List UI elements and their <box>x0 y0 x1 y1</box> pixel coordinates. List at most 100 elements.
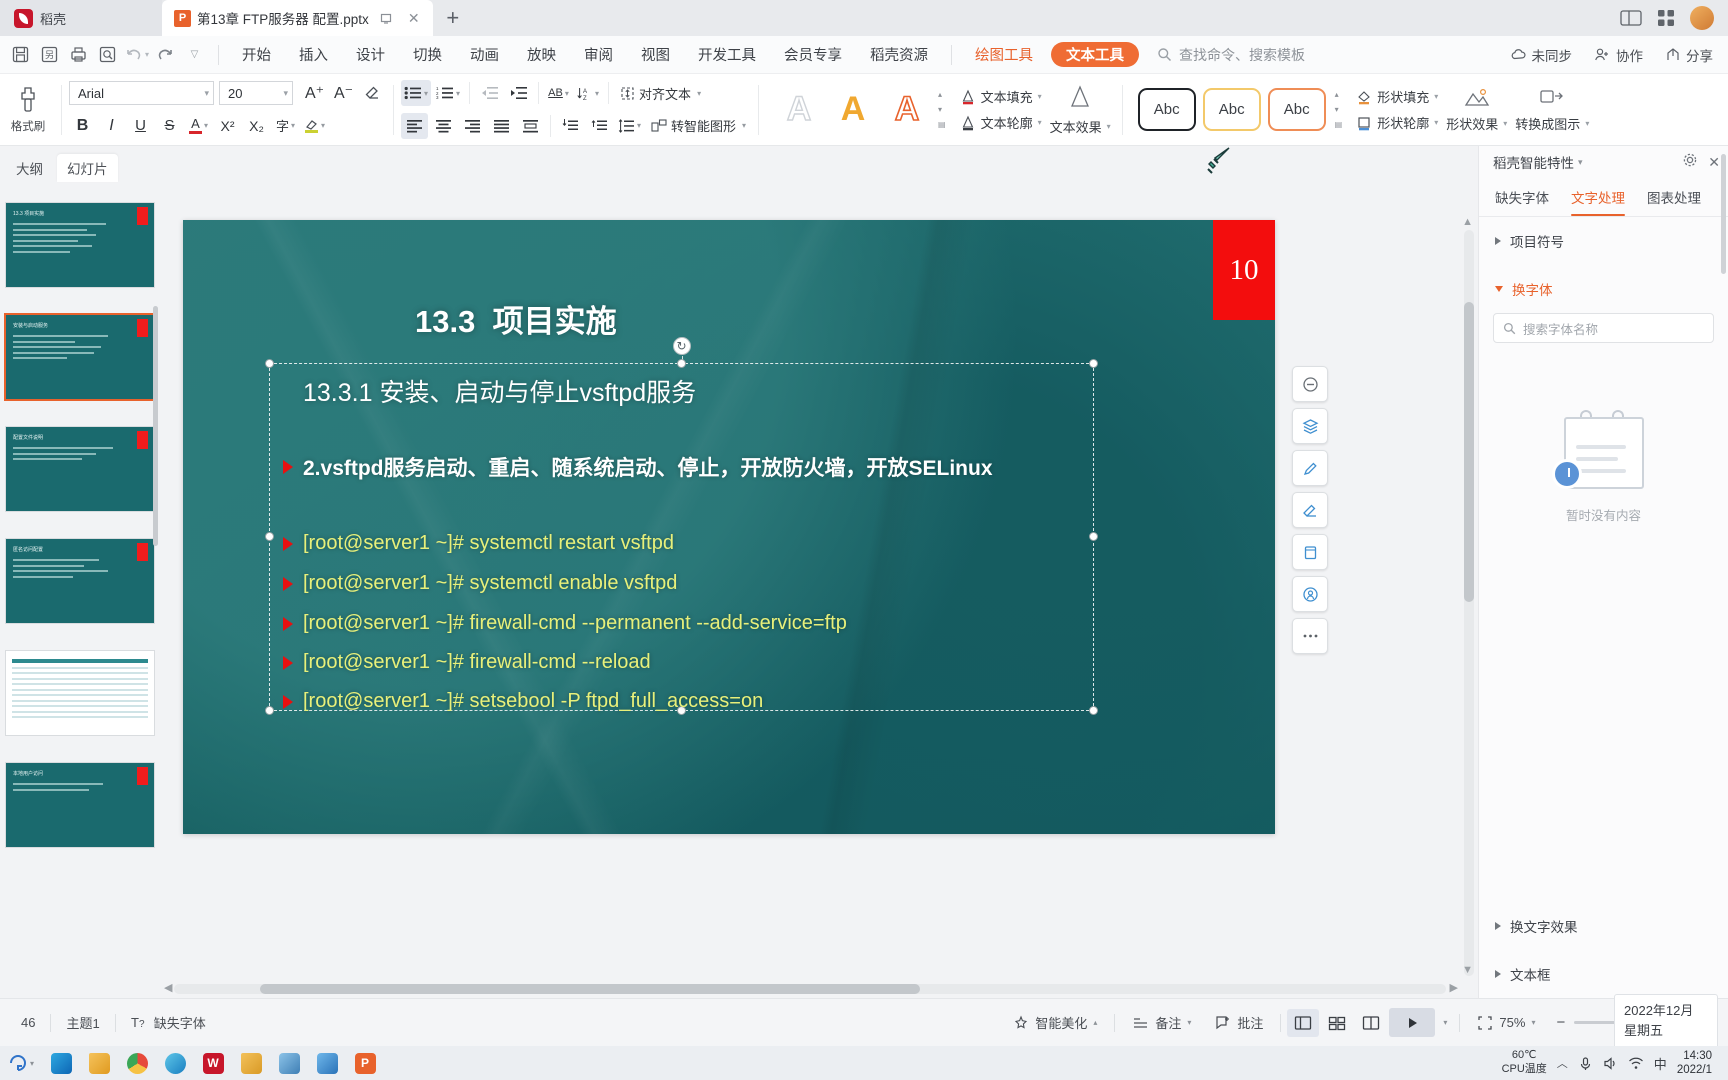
panel-section-bullets[interactable]: 项目符号 <box>1479 217 1728 265</box>
ime-indicator[interactable]: 中 <box>1654 1054 1667 1073</box>
align-center-button[interactable] <box>430 113 457 139</box>
folder-icon[interactable] <box>80 1048 118 1078</box>
line-spacing-button[interactable]: ▾ <box>615 113 644 139</box>
menu-item-view[interactable]: 视图 <box>627 36 684 74</box>
slideshow-options-caret[interactable]: ▾ <box>1437 1018 1453 1027</box>
ppt-taskbar-icon[interactable]: P <box>346 1048 384 1078</box>
normal-view-icon[interactable] <box>1287 1008 1320 1037</box>
print-icon[interactable] <box>64 40 93 69</box>
tab-outline[interactable]: 大纲 <box>6 154 53 182</box>
wordart-style-2[interactable]: A <box>828 85 878 135</box>
shape-effects-button[interactable]: 形状效果 ▾ <box>1446 114 1507 133</box>
menu-item-member[interactable]: 会员专享 <box>770 36 856 74</box>
grow-font-button[interactable]: A⁺ <box>301 80 328 106</box>
user-avatar[interactable] <box>1690 6 1714 30</box>
app-grid-icon[interactable] <box>1656 8 1676 28</box>
new-tab-button[interactable]: + <box>433 0 473 36</box>
wordart-style-1[interactable]: A <box>774 85 824 135</box>
menu-item-drawing-tools[interactable]: 绘图工具 <box>961 36 1047 74</box>
restore-tab-icon[interactable] <box>375 7 397 29</box>
canvas-horizontal-scrollbar[interactable] <box>174 984 1446 994</box>
text-fill-button[interactable]: 文本填充 ▾ <box>960 87 1042 106</box>
scroll-right-arrow[interactable]: ▶ <box>1450 981 1458 994</box>
notes-button[interactable]: 备注 ▾ <box>1121 1008 1202 1038</box>
format-painter-button[interactable]: 格式刷 <box>2 86 54 134</box>
font-color-button[interactable]: A ▾ <box>185 113 212 139</box>
thumbnail-slide-5[interactable] <box>5 650 155 736</box>
tab-slides[interactable]: 幻灯片 <box>57 154 118 182</box>
command-search[interactable]: 查找命令、搜索模板 <box>1157 45 1305 65</box>
menu-item-design[interactable]: 设计 <box>342 36 399 74</box>
canvas-vertical-scrollbar[interactable] <box>1464 230 1474 976</box>
align-right-button[interactable] <box>459 113 486 139</box>
menu-item-text-tools[interactable]: 文本工具 <box>1051 42 1139 67</box>
slide-thumbnail-pane[interactable]: 13.3 项目实施 安装与启动服务 配置文件说明 匿名访问配置 本地用户访问 <box>0 188 160 998</box>
ie-icon[interactable] <box>156 1048 194 1078</box>
close-tab-icon[interactable]: ✕ <box>403 7 425 29</box>
panel-section-change-font[interactable]: 换字体 <box>1479 265 1728 313</box>
bullets-button[interactable]: ▾ <box>401 80 432 107</box>
text-outline-button[interactable]: 文本轮廓 ▾ <box>960 113 1042 132</box>
shape-outline-button[interactable]: 形状轮廓 ▾ <box>1356 113 1438 132</box>
space-before-button[interactable] <box>557 113 584 139</box>
shape-style-1[interactable]: Abc <box>1137 88 1196 131</box>
underline-button[interactable]: U <box>127 113 154 139</box>
explorer-icon[interactable] <box>232 1048 270 1078</box>
strikethrough-button[interactable]: S <box>156 113 183 139</box>
gear-icon[interactable] <box>1682 152 1698 172</box>
reading-view-icon[interactable] <box>1355 1009 1387 1037</box>
up-arrow-icon[interactable]: ︿ <box>1557 1055 1568 1071</box>
shrink-font-button[interactable]: A⁻ <box>330 80 357 106</box>
menu-item-review[interactable]: 审阅 <box>570 36 627 74</box>
scroll-up-arrow[interactable]: ▲ <box>1462 216 1473 228</box>
thumbnail-slide-2[interactable]: 安装与启动服务 <box>4 313 156 401</box>
collapse-toolbar-icon[interactable] <box>1292 366 1328 402</box>
slide-command-4[interactable]: [root@server1 ~]# setsebool -P ftpd_full… <box>283 690 763 713</box>
increase-indent-button[interactable] <box>505 80 532 106</box>
more-icon[interactable] <box>1292 618 1328 654</box>
thumbnail-slide-3[interactable]: 配置文件说明 <box>5 426 155 512</box>
handle-nw[interactable] <box>265 359 274 368</box>
locate-icon[interactable] <box>1292 576 1328 612</box>
eraser-tool-icon[interactable] <box>1292 492 1328 528</box>
align-text-button[interactable]: 对齐文本 ▾ <box>615 80 706 106</box>
menu-item-slideshow[interactable]: 放映 <box>513 36 570 74</box>
theme-indicator[interactable]: 主题1 <box>55 1008 110 1038</box>
slide-section-title[interactable]: 13.3.1 安装、启动与停止vsftpd服务 <box>303 373 696 409</box>
scroll-left-arrow[interactable]: ◀ <box>164 981 172 994</box>
print-preview-icon[interactable] <box>93 40 122 69</box>
shape-gallery-expand[interactable]: ▴ ▾ ▤ <box>1333 90 1345 129</box>
undo-icon[interactable]: ▾ <box>122 40 151 69</box>
convert-to-picture-button[interactable]: 转换成图示 ▾ <box>1515 114 1589 133</box>
split-view-icon[interactable] <box>1620 9 1642 27</box>
panel-title-chevron-icon[interactable]: ▾ <box>1578 157 1583 168</box>
share-button[interactable]: 分享 <box>1656 45 1722 65</box>
menu-item-transition[interactable]: 切换 <box>399 36 456 74</box>
scroll-down-arrow[interactable]: ▼ <box>1462 964 1473 976</box>
handle-sw[interactable] <box>265 706 274 715</box>
panel-tab-chart-processing[interactable]: 图表处理 <box>1647 182 1701 216</box>
missing-font-button[interactable]: T? 缺失字体 <box>120 1008 217 1038</box>
wordart-gallery-expand[interactable]: ▴ ▾ ▤ <box>936 90 948 129</box>
distribute-button[interactable] <box>517 113 544 139</box>
rotate-handle[interactable]: ↻ <box>672 337 691 366</box>
text-direction-button[interactable]: AB ▾ <box>545 80 572 106</box>
convert-to-smartart-button[interactable]: 转智能图形 ▾ <box>646 113 751 139</box>
slide-command-3[interactable]: [root@server1 ~]# firewall-cmd --reload <box>283 651 651 674</box>
thumbnail-slide-4[interactable]: 匿名访问配置 <box>5 538 155 624</box>
close-panel-icon[interactable]: ✕ <box>1708 154 1720 171</box>
media-icon[interactable] <box>270 1048 308 1078</box>
bold-button[interactable]: B <box>69 113 96 139</box>
edge-icon[interactable] <box>42 1048 80 1078</box>
character-shading-button[interactable]: 字 ▾ <box>272 113 299 139</box>
wordart-style-3[interactable]: A <box>882 85 932 135</box>
menu-item-start[interactable]: 开始 <box>228 36 285 74</box>
handle-w[interactable] <box>265 532 274 541</box>
sort-button[interactable]: AZ ▾ <box>574 80 602 106</box>
handle-e[interactable] <box>1089 532 1098 541</box>
numbering-button[interactable]: 123 ▾ <box>433 80 463 106</box>
slide-command-1[interactable]: [root@server1 ~]# systemctl enable vsftp… <box>283 572 677 595</box>
thumbnail-slide-6[interactable]: 本地用户访问 <box>5 762 155 848</box>
menu-item-animation[interactable]: 动画 <box>456 36 513 74</box>
notes-icon[interactable] <box>308 1048 346 1078</box>
